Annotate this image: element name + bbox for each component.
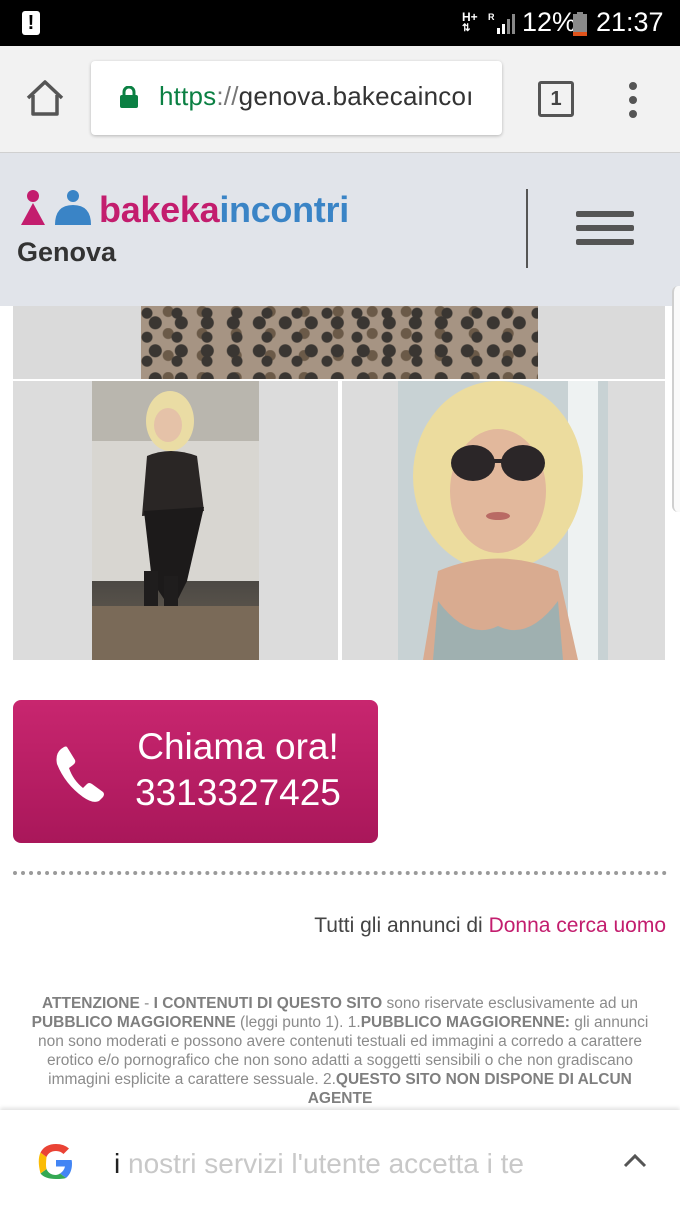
url-host: genova.bakecaincoı — [238, 81, 474, 111]
google-text-rest: nostri servizi l'utente accetta i te — [120, 1148, 524, 1179]
data-arrows-icon: ⇅ — [462, 23, 471, 34]
alert-notification-icon: ! — [22, 11, 40, 35]
site-logo[interactable]: bakekaincontri — [99, 189, 349, 231]
disclaimer-text-3: (leggi punto 1). 1. — [235, 1014, 361, 1031]
header-divider — [526, 189, 528, 268]
edge-panel-handle[interactable] — [672, 286, 680, 512]
hamburger-menu-icon[interactable] — [576, 211, 634, 247]
photo-image — [398, 381, 608, 660]
clock: 21:37 — [596, 7, 664, 37]
city-name: Genova — [17, 237, 117, 267]
disclaimer-bold-5: QUESTO SITO NON DISPONE DI ALCUN AGENTE — [307, 1071, 632, 1107]
disclaimer-bold-2: I CONTENUTI DI QUESTO SITO — [153, 995, 383, 1012]
chevron-up-icon[interactable] — [622, 1152, 648, 1168]
disclaimer-bold-4: PUBBLICO MAGGIORENNE: — [360, 1014, 570, 1031]
google-suggestion-bar[interactable]: i nostri servizi l'utente accetta i te — [0, 1110, 680, 1208]
photo-figure-shape — [92, 381, 259, 660]
battery-percent: 12% — [522, 7, 577, 37]
photo-floor-image — [141, 306, 538, 379]
disclaimer-bold-1: ATTENZIONE — [41, 995, 140, 1012]
photo-image — [92, 381, 259, 660]
all-ads-prefix: Tutti gli annunci di — [314, 914, 483, 937]
network-type-indicator: H+ ⇅ — [462, 10, 478, 34]
google-suggestion-text: i nostri servizi l'utente accetta i te — [114, 1148, 564, 1180]
status-bar: ! H+ ⇅ R 12% 21:37 — [0, 0, 680, 46]
listing-photo-right[interactable] — [342, 381, 665, 660]
home-icon[interactable] — [24, 78, 66, 118]
call-now-button[interactable]: Chiama ora! 3313327425 — [13, 700, 378, 843]
category-link[interactable]: Donna cerca uomo — [489, 914, 666, 937]
google-logo-icon — [38, 1144, 72, 1179]
disclaimer-bold-3: PUBBLICO MAGGIORENNE — [31, 1014, 236, 1031]
call-label: Chiama ora! — [137, 726, 339, 767]
logo-part-1: bakeka — [99, 189, 220, 230]
overflow-menu-icon[interactable] — [628, 82, 638, 118]
age-disclaimer: ATTENZIONE - I CONTENUTI DI QUESTO SITO … — [28, 994, 652, 1108]
call-phone-number: 3313327425 — [135, 772, 341, 813]
url-text[interactable]: https://genova.bakecaincoı — [159, 81, 474, 112]
browser-toolbar: https://genova.bakecaincoı 1 — [0, 46, 680, 153]
site-header: bakekaincontri Genova — [0, 153, 680, 306]
all-ads-line: Tutti gli annunci di Donna cerca uomo — [314, 914, 666, 938]
url-scheme: https — [159, 81, 217, 111]
tab-switcher-button[interactable]: 1 — [538, 81, 574, 117]
battery-low-icon — [573, 12, 587, 36]
photo-figure-shape — [398, 381, 608, 660]
network-type-label: H+ — [462, 10, 478, 24]
signal-strength-icon: R — [488, 12, 515, 34]
lock-icon — [120, 86, 138, 108]
logo-part-2: incontri — [219, 189, 349, 230]
roaming-indicator: R — [488, 12, 495, 22]
address-bar[interactable]: https://genova.bakecaincoı — [91, 61, 502, 135]
section-divider — [13, 871, 667, 875]
disclaimer-text-1: - — [139, 995, 154, 1012]
listing-photo-top[interactable] — [13, 306, 665, 379]
disclaimer-text-2: sono riservate esclusivamente ad un — [382, 995, 639, 1012]
logo-people-icon[interactable] — [17, 189, 93, 229]
listing-photo-left[interactable] — [13, 381, 338, 660]
phone-icon — [56, 746, 104, 802]
url-separator: :// — [216, 81, 239, 111]
